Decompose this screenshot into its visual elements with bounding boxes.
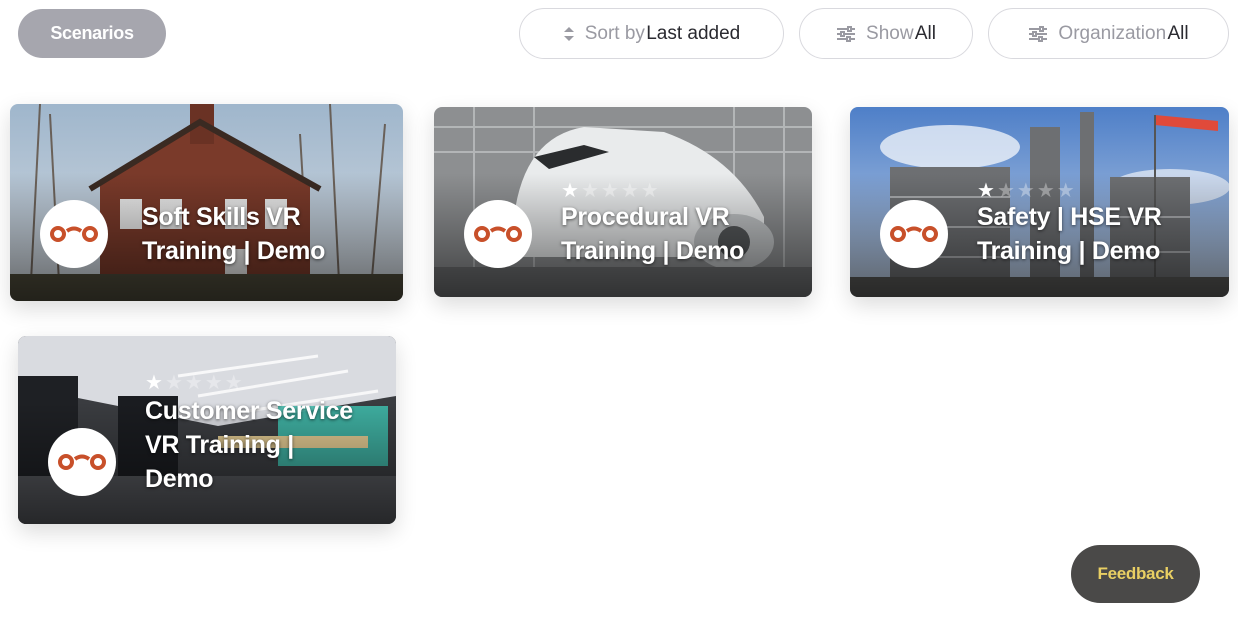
brand-logo bbox=[880, 200, 948, 268]
rating-stars: ★ ★ ★ ★ ★ bbox=[561, 181, 659, 201]
organization-filter-dropdown[interactable]: Organization All bbox=[988, 8, 1229, 59]
card-title: Customer Service VR Training | Demo bbox=[145, 397, 353, 493]
feedback-button[interactable]: Feedback bbox=[1071, 545, 1200, 603]
card-title: Procedural VR Training | Demo bbox=[561, 203, 745, 265]
brand-logo bbox=[40, 200, 108, 268]
star-empty-icon: ★ bbox=[164, 372, 183, 394]
card-title: Safety | HSE VR Training | Demo bbox=[977, 203, 1162, 265]
sort-arrows-icon bbox=[563, 26, 575, 42]
rating-stars: ★ ★ ★ ★ ★ bbox=[145, 373, 243, 393]
sort-label: Sort by bbox=[584, 22, 645, 44]
show-filter-dropdown[interactable]: Show All bbox=[799, 8, 973, 59]
scenarios-label: Scenarios bbox=[50, 23, 134, 43]
star-filled-icon: ★ bbox=[977, 180, 995, 202]
star-empty-icon: ★ bbox=[184, 372, 203, 394]
show-label: Show bbox=[866, 22, 914, 44]
brand-logo bbox=[464, 200, 532, 268]
star-filled-icon: ★ bbox=[145, 372, 163, 394]
star-empty-icon: ★ bbox=[620, 180, 639, 202]
organization-value: All bbox=[1167, 22, 1189, 44]
scenario-card-soft-skills[interactable]: Soft Skills VR Training | Demo bbox=[10, 104, 403, 301]
star-empty-icon: ★ bbox=[640, 180, 659, 202]
scenarios-button[interactable]: Scenarios bbox=[18, 9, 166, 58]
organization-label: Organization bbox=[1058, 22, 1167, 44]
scenario-card-safety[interactable]: ★ ★ ★ ★ ★ Safety | HSE VR Training | Demo bbox=[850, 107, 1229, 297]
card-title: Soft Skills VR Training | Demo bbox=[142, 203, 326, 265]
scenario-card-customer-service[interactable]: ★ ★ ★ ★ ★ Customer Service VR Training | Demo bbox=[18, 336, 396, 524]
star-empty-icon: ★ bbox=[224, 372, 243, 394]
sort-dropdown[interactable]: Sort by Last added bbox=[519, 8, 784, 59]
scenario-card-procedural[interactable]: ★ ★ ★ ★ ★ Procedural VR Training | Demo bbox=[434, 107, 812, 297]
sliders-icon bbox=[1028, 25, 1048, 42]
rating-stars: ★ ★ ★ ★ ★ bbox=[977, 181, 1075, 201]
sort-value: Last added bbox=[646, 22, 741, 44]
star-filled-icon: ★ bbox=[561, 180, 579, 202]
show-value: All bbox=[914, 22, 936, 44]
star-empty-icon: ★ bbox=[204, 372, 223, 394]
star-empty-icon: ★ bbox=[1036, 180, 1055, 202]
star-empty-icon: ★ bbox=[1056, 180, 1075, 202]
star-empty-icon: ★ bbox=[600, 180, 619, 202]
brand-logo bbox=[48, 428, 116, 496]
feedback-label: Feedback bbox=[1097, 564, 1174, 583]
sliders-icon bbox=[836, 25, 856, 42]
star-empty-icon: ★ bbox=[1016, 180, 1035, 202]
star-empty-icon: ★ bbox=[996, 180, 1015, 202]
star-empty-icon: ★ bbox=[580, 180, 599, 202]
